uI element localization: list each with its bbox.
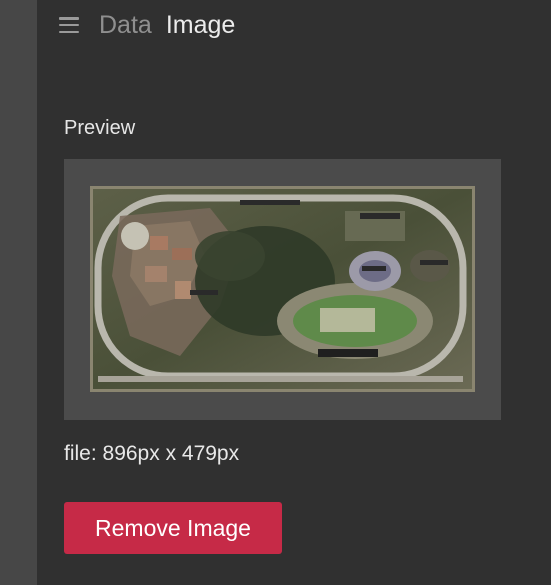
- preview-container: [64, 159, 501, 420]
- file-dimensions-text: file: 896px x 479px: [64, 442, 240, 465]
- hamburger-menu-icon[interactable]: [59, 17, 79, 33]
- preview-label: Preview: [64, 117, 136, 139]
- breadcrumb-data[interactable]: Data: [99, 11, 152, 40]
- remove-image-button[interactable]: Remove Image: [64, 502, 282, 554]
- page-title: Image: [165, 10, 236, 39]
- left-sidebar-strip: [0, 0, 37, 585]
- image-panel: Data Image Preview file: 896px x 479px R…: [37, 0, 551, 585]
- preview-image: [90, 186, 475, 392]
- panel-header: Data Image: [59, 10, 235, 40]
